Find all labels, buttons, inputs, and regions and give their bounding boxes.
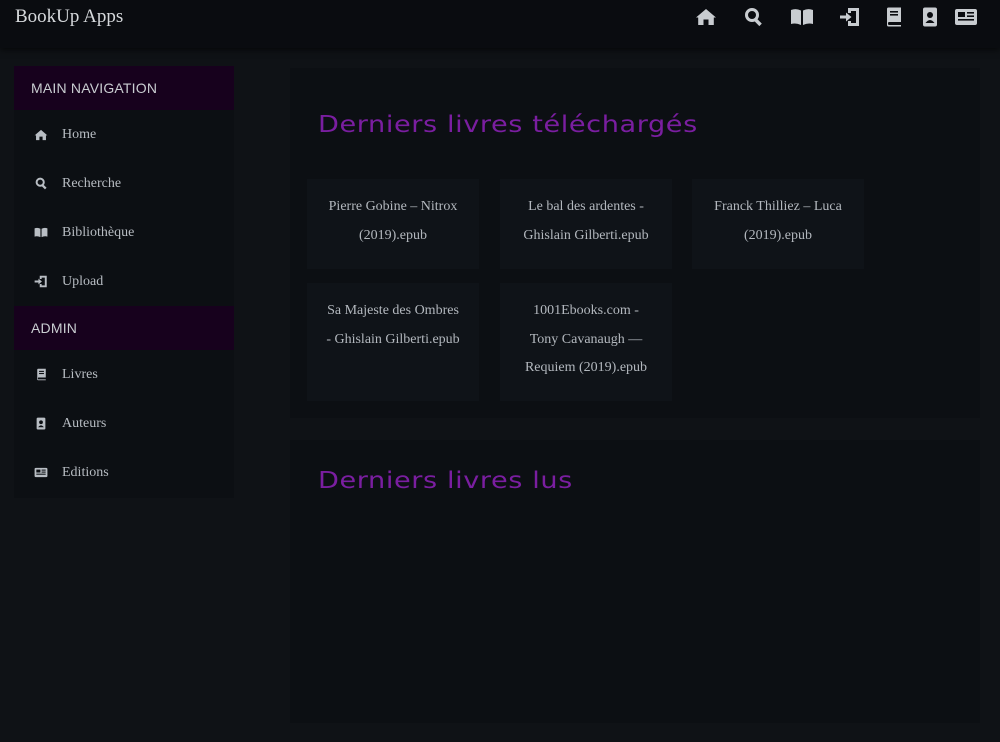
id-badge-icon bbox=[34, 417, 48, 431]
upload-icon[interactable] bbox=[838, 5, 862, 29]
book-title-line: 1001Ebooks.com - bbox=[533, 303, 639, 318]
section-title: Derniers livres téléchargés bbox=[318, 112, 698, 138]
book-open-icon[interactable] bbox=[790, 5, 814, 29]
sidebar-item-recherche[interactable]: Recherche bbox=[14, 159, 234, 208]
id-badge-icon[interactable] bbox=[918, 5, 942, 29]
book-card[interactable]: Franck Thilliez – Luca (2019).epub bbox=[692, 179, 864, 269]
sidebar-item-upload[interactable]: Upload bbox=[14, 257, 234, 306]
newspaper-icon[interactable] bbox=[954, 5, 978, 29]
search-icon[interactable] bbox=[742, 5, 766, 29]
upload-icon bbox=[34, 275, 48, 289]
book-title-line: Tony Cavanaugh — bbox=[529, 331, 643, 347]
book-title-line: Sa Majeste des Ombres bbox=[327, 303, 459, 318]
book-card[interactable]: Sa Majeste des Ombres - Ghislain Gilbert… bbox=[307, 283, 479, 401]
sidebar-item-label: Home bbox=[62, 126, 97, 142]
book-title-line: Ghislain Gilberti.epub bbox=[523, 227, 649, 243]
book-title-line: (2019).epub bbox=[743, 227, 813, 243]
book-card[interactable]: Le bal des ardentes - Ghislain Gilberti.… bbox=[500, 179, 672, 269]
sidebar-item-home[interactable]: Home bbox=[14, 110, 234, 159]
book-title-line: - Ghislain Gilberti.epub bbox=[326, 331, 460, 347]
home-icon bbox=[34, 128, 48, 142]
newspaper-icon bbox=[34, 466, 48, 480]
sidebar-item-label: Bibliothèque bbox=[62, 224, 135, 240]
sidebar-item-label: Recherche bbox=[62, 175, 122, 191]
book-title-line: Franck Thilliez – Luca bbox=[714, 199, 842, 214]
section-title: Derniers livres lus bbox=[318, 468, 573, 494]
sidebar-item-label: Upload bbox=[62, 273, 104, 289]
home-icon[interactable] bbox=[694, 5, 718, 29]
sidebar-item-editions[interactable]: Editions bbox=[14, 448, 234, 497]
sidebar-item-bibliotheque[interactable]: Bibliothèque bbox=[14, 208, 234, 257]
sidebar-item-label: Editions bbox=[62, 464, 109, 480]
book-title-line: Pierre Gobine – Nitrox bbox=[328, 199, 458, 214]
book-title-line: (2019).epub bbox=[358, 227, 428, 243]
main-navigation-header: MAIN NAVIGATION bbox=[14, 66, 234, 110]
app-title[interactable]: BookUp Apps bbox=[15, 6, 123, 28]
downloaded-books-panel: Derniers livres téléchargés Pierre Gobin… bbox=[290, 68, 980, 418]
book-open-icon bbox=[34, 226, 48, 240]
read-books-panel: Derniers livres lus bbox=[290, 440, 980, 723]
top-icon-bar bbox=[694, 5, 978, 29]
admin-header: ADMIN bbox=[14, 306, 234, 350]
book-title-line: Requiem (2019).epub bbox=[524, 360, 648, 375]
book-icon[interactable] bbox=[882, 5, 906, 29]
book-title-line: Le bal des ardentes - bbox=[528, 199, 644, 214]
sidebar-item-label: Auteurs bbox=[62, 415, 107, 431]
book-card[interactable]: Pierre Gobine – Nitrox (2019).epub bbox=[307, 179, 479, 269]
book-icon bbox=[34, 368, 48, 382]
book-card[interactable]: 1001Ebooks.com - Tony Cavanaugh — Requie… bbox=[500, 283, 672, 401]
sidebar-item-livres[interactable]: Livres bbox=[14, 350, 234, 399]
sidebar-item-label: Livres bbox=[62, 366, 98, 382]
sidebar: MAIN NAVIGATION Home Recherche Bibliothè… bbox=[14, 66, 234, 498]
search-icon bbox=[34, 177, 48, 191]
top-navbar: BookUp Apps bbox=[0, 0, 1000, 48]
sidebar-item-auteurs[interactable]: Auteurs bbox=[14, 399, 234, 448]
